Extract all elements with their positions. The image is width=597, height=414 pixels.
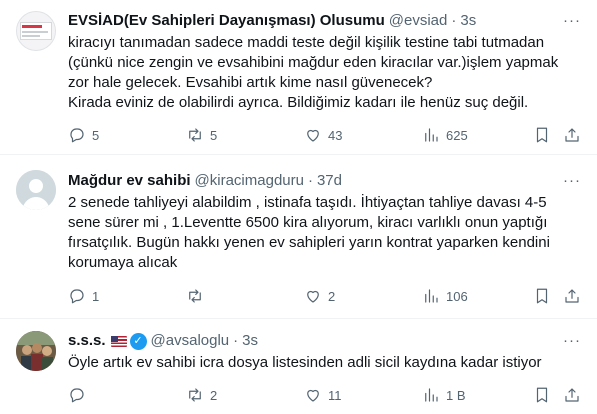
share-button[interactable]: [563, 125, 581, 145]
retweet-icon: [189, 128, 201, 142]
avatar[interactable]: [16, 170, 56, 210]
retweet-button[interactable]: 5: [186, 125, 217, 145]
heart-icon: [307, 129, 319, 142]
reply-icon: [70, 289, 84, 304]
timestamp[interactable]: 37d: [317, 171, 342, 191]
author-handle[interactable]: @avsaloglu: [151, 331, 230, 351]
share-button[interactable]: [563, 385, 581, 405]
share-button[interactable]: [563, 286, 581, 306]
tweet-actions: 2 11 1 B: [68, 385, 581, 405]
like-button[interactable]: 11: [304, 385, 342, 405]
tweet-actions: 1 2 106: [68, 286, 581, 306]
timestamp[interactable]: 3s: [242, 331, 258, 351]
tweet-text-line: korumaya alıcak: [68, 254, 178, 271]
reply-icon: [70, 128, 84, 143]
tweet-actions: 5 5 43 625: [68, 125, 581, 145]
tweet-content: s.s.s. ✓ @avsaloglu · 3s ··· Öyle artık …: [68, 331, 581, 373]
views-icon: [425, 289, 438, 303]
like-count: 11: [328, 387, 342, 403]
tweet-text: kiracıyı tanımadan sadece maddi teste de…: [68, 33, 581, 113]
author-name[interactable]: Mağdur ev sahibi: [68, 171, 191, 191]
separator: ·: [451, 12, 457, 29]
timestamp[interactable]: 3s: [460, 11, 476, 31]
retweet-count: 2: [210, 387, 218, 403]
retweet-icon: [189, 388, 201, 402]
heart-icon: [307, 389, 319, 402]
views-count: 1 B: [446, 387, 466, 403]
bookmark-button[interactable]: [533, 125, 551, 145]
views-icon: [425, 388, 438, 402]
like-count: 43: [328, 127, 343, 143]
retweet-button[interactable]: 2: [186, 385, 217, 405]
group-photo-avatar: [16, 331, 56, 371]
heart-icon: [307, 290, 319, 303]
bookmark-icon: [536, 127, 548, 143]
tweet-text-line: sene sürer mi , 1.Leventte 6500 kira alı…: [68, 214, 548, 231]
share-icon: [565, 289, 579, 303]
tweet-content: EVSİAD(Ev Sahipleri Dayanışması) Olusumu…: [68, 11, 581, 113]
more-icon[interactable]: ···: [563, 331, 581, 351]
avatar[interactable]: [16, 11, 56, 51]
tweet-feed: EVSİAD(Ev Sahipleri Dayanışması) Olusumu…: [0, 0, 597, 414]
more-icon[interactable]: ···: [563, 171, 581, 191]
author-handle[interactable]: @evsiad: [389, 11, 448, 31]
reply-icon: [70, 388, 84, 403]
author-name[interactable]: s.s.s.: [68, 331, 106, 351]
author-handle[interactable]: @kiracimagduru: [195, 171, 304, 191]
separator: ·: [307, 172, 313, 189]
tweet-text: Öyle artık ev sahibi icra dosya listesin…: [68, 353, 581, 373]
like-count: 2: [328, 288, 336, 304]
like-button[interactable]: 2: [304, 286, 335, 306]
tweet-header: s.s.s. ✓ @avsaloglu · 3s ···: [68, 331, 581, 351]
separator: ·: [233, 332, 239, 349]
reply-button[interactable]: 1: [68, 286, 99, 306]
views-button[interactable]: 625: [422, 125, 468, 145]
bookmark-button[interactable]: [533, 385, 551, 405]
bookmark-icon: [536, 387, 548, 403]
tweet[interactable]: EVSİAD(Ev Sahipleri Dayanışması) Olusumu…: [0, 0, 597, 155]
reply-count: 5: [92, 127, 100, 143]
retweet-icon: [189, 289, 201, 303]
avatar[interactable]: [16, 331, 56, 371]
share-icon: [565, 128, 579, 142]
views-icon: [425, 128, 438, 142]
reply-button[interactable]: 5: [68, 125, 99, 145]
tweet[interactable]: s.s.s. ✓ @avsaloglu · 3s ··· Öyle artık …: [0, 319, 597, 414]
share-icon: [565, 388, 579, 402]
more-icon[interactable]: ···: [563, 11, 581, 31]
bookmark-icon: [536, 288, 548, 304]
tweet-header: EVSİAD(Ev Sahipleri Dayanışması) Olusumu…: [68, 11, 581, 31]
tweet-text-line: Öyle artık ev sahibi icra dosya listesin…: [68, 354, 542, 371]
reply-count: 1: [92, 288, 100, 304]
author-name[interactable]: EVSİAD(Ev Sahipleri Dayanışması) Olusumu: [68, 11, 385, 31]
views-button[interactable]: 106: [422, 286, 468, 306]
tweet-text: 2 senede tahliyeyi alabildim , istinafa …: [68, 193, 581, 273]
default-avatar-icon: [16, 170, 56, 210]
verified-badge-icon: ✓: [129, 332, 147, 350]
bookmark-button[interactable]: [533, 286, 551, 306]
views-count: 625: [446, 127, 468, 143]
tweet-content: Mağdur ev sahibi @kiracimagduru · 37d ··…: [68, 171, 581, 273]
tweet-header: Mağdur ev sahibi @kiracimagduru · 37d ··…: [68, 171, 581, 191]
tweet-text-line: 2 senede tahliyeyi alabildim , istinafa …: [68, 194, 547, 211]
tweet-text-line: kiracıyı tanımadan sadece maddi teste de…: [68, 34, 545, 51]
tweet-text-line: zor hale gelecek. Evsahibi artık kime na…: [68, 74, 433, 91]
reply-button[interactable]: [68, 385, 92, 405]
retweet-count: 5: [210, 127, 218, 143]
tweet-text-line: Kirada eviniz de olabilirdi ayrıca. Bild…: [68, 94, 529, 111]
like-button[interactable]: 43: [304, 125, 342, 145]
retweet-button[interactable]: [186, 286, 210, 306]
views-count: 106: [446, 288, 468, 304]
views-button[interactable]: 1 B: [422, 385, 466, 405]
tweet[interactable]: Mağdur ev sahibi @kiracimagduru · 37d ··…: [0, 155, 597, 319]
tweet-text-line: fırsatçılık. Bugün hakkı yenen ev sahipl…: [68, 234, 550, 251]
tweet-text-line: (çünkü nice zengin ve evsahibini mağdur …: [68, 54, 559, 71]
us-flag-icon: [110, 335, 127, 347]
